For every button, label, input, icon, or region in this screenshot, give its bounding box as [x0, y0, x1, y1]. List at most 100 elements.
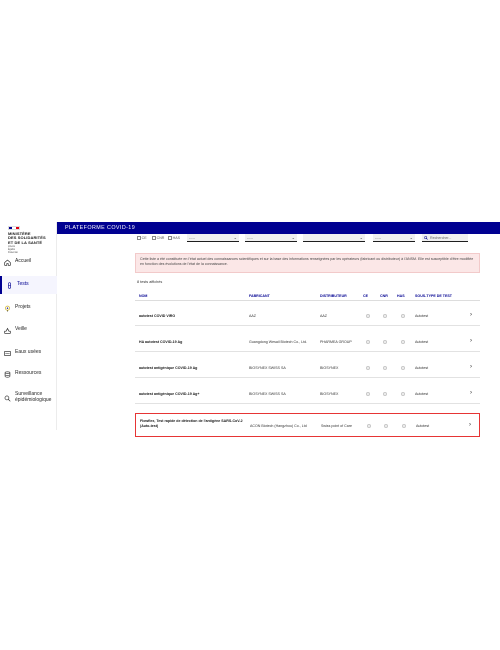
cnr-status-indicator — [383, 366, 387, 370]
test-tube-icon — [8, 281, 11, 289]
distributor: BIOSYNEX — [320, 366, 339, 370]
sidebar-item-label: Ressources — [15, 370, 42, 377]
cnr-status-indicator — [383, 314, 387, 318]
test-name: Flowflex, Test rapide de détection de l'… — [140, 419, 243, 428]
test-subtype: Autotest — [416, 424, 430, 428]
test-subtype: Autotest — [415, 314, 429, 318]
resources-icon — [4, 371, 11, 377]
distributor: Swiss point of Care — [321, 424, 352, 428]
checkbox-label: CE — [141, 236, 147, 240]
column-header-subtype[interactable]: SOUS-TYPE DE TEST — [415, 294, 452, 298]
sidebar-item-veille[interactable]: Veille — [0, 321, 57, 339]
app-window: MINISTÈRE DES SOLIDARITÉS ET DE LA SANTÉ… — [0, 222, 500, 437]
table-row[interactable]: HA autotest COVID-19 Ag Guangdong Wesail … — [135, 332, 480, 352]
table-row[interactable]: autotest antigénique COVID-19 Ag BIOSYNEX… — [135, 358, 480, 378]
checkbox-box — [152, 236, 156, 240]
sidebar-item-label: Projets — [15, 304, 31, 311]
chevron-right-icon[interactable]: › — [470, 338, 472, 344]
select-value: ----- — [247, 236, 253, 240]
manufacturer: Guangdong Wesail Biotech Co., Ltd. — [249, 340, 308, 344]
search-icon — [4, 395, 11, 402]
chevron-right-icon[interactable]: › — [470, 390, 472, 396]
ce-status-indicator — [366, 392, 370, 396]
watch-icon — [4, 327, 11, 334]
sidebar-item-projets[interactable]: Projets — [0, 299, 57, 317]
select-value: ----- — [375, 236, 381, 240]
chevron-right-icon[interactable]: › — [470, 312, 472, 318]
column-header-manufacturer[interactable]: FABRICANT — [249, 294, 270, 298]
disclaimer-notice: Cette liste a été constituée en l'état a… — [135, 253, 480, 273]
project-icon — [5, 305, 10, 312]
ce-status-indicator — [366, 366, 370, 370]
table-row[interactable]: Flowflex, Test rapide de détection de l'… — [135, 413, 480, 437]
has-status-indicator — [401, 366, 405, 370]
table-header: NOM FABRICANT DISTRIBUTEUR CE CNR HAS SO… — [135, 293, 480, 301]
sidebar-item-eaux-usées[interactable]: Eaux usées — [0, 344, 57, 362]
chevron-right-icon[interactable]: › — [469, 422, 471, 428]
ministry-logo[interactable]: MINISTÈRE DES SOLIDARITÉS ET DE LA SANTÉ… — [8, 226, 53, 255]
filter-checkbox-cnr[interactable]: CNR — [152, 236, 164, 240]
chevron-down-icon: ⌄ — [359, 235, 363, 240]
column-header-has[interactable]: HAS — [397, 294, 405, 298]
sidebar-item-surveillance[interactable]: Surveillance épidémiologique — [0, 389, 57, 407]
ministry-name: MINISTÈRE DES SOLIDARITÉS ET DE LA SANTÉ — [8, 231, 46, 245]
cnr-status-indicator — [383, 340, 387, 344]
wastewater-icon — [4, 350, 11, 356]
top-bar: PLATEFORME COVID-19 — [57, 222, 500, 234]
chevron-right-icon[interactable]: › — [470, 364, 472, 370]
filter-select-4[interactable]: ----- ⌄ — [373, 234, 415, 242]
sidebar-item-label: Tests — [17, 281, 29, 288]
ce-status-indicator — [366, 314, 370, 318]
sidebar-item-accueil[interactable]: Accueil — [0, 253, 57, 271]
cnr-status-indicator — [383, 392, 387, 396]
select-value: ----- — [189, 236, 195, 240]
table-row[interactable]: autotest antigénique COVID-19 Ag+ BIOSYNE… — [135, 384, 480, 404]
distributor: PHARMEA GROUP — [320, 340, 352, 344]
has-status-indicator — [401, 314, 405, 318]
filter-bar: CE CNR HAS ----- ⌄ ----- ⌄ ⌄ ----- ⌄ Recher… — [135, 234, 480, 246]
column-header-ce[interactable]: CE — [363, 294, 368, 298]
filter-select-2[interactable]: ----- ⌄ — [245, 234, 297, 242]
test-name: HA autotest COVID-19 Ag — [139, 340, 183, 344]
checkbox-label: HAS — [172, 236, 180, 240]
checkbox-box — [137, 236, 141, 240]
ce-status-indicator — [367, 424, 371, 428]
platform-title: PLATEFORME COVID-19 — [65, 225, 136, 231]
test-name: autotest COVID VIRO — [139, 314, 176, 318]
manufacturer: BIOSYNEX SWISS SA — [249, 366, 286, 370]
flag-icon — [8, 226, 20, 230]
chevron-down-icon: ⌄ — [409, 235, 413, 240]
sidebar-item-label: Surveillance épidémiologique — [15, 391, 52, 403]
sidebar-item-ressources[interactable]: Ressources — [0, 365, 57, 383]
test-subtype: Autotest — [415, 340, 429, 344]
checkbox-box — [168, 236, 172, 240]
cnr-status-indicator — [384, 424, 388, 428]
home-icon — [4, 259, 11, 266]
test-name: autotest antigénique COVID-19 Ag+ — [139, 392, 200, 396]
sidebar-item-label: Eaux usées — [15, 349, 42, 356]
manufacturer: ACON Biotech (Hangzhou) Co., Ltd — [250, 424, 307, 428]
test-name: autotest antigénique COVID-19 Ag — [139, 366, 198, 370]
filter-checkbox-ce[interactable]: CE — [137, 236, 147, 240]
sidebar-item-tests[interactable]: Tests — [0, 276, 57, 294]
table-row[interactable]: autotest COVID VIRO AAZ AAZ Autotest › — [135, 306, 480, 326]
has-status-indicator — [401, 392, 405, 396]
flag-red-band — [15, 227, 19, 229]
sidebar-item-label: Accueil — [15, 258, 32, 265]
filter-select-1[interactable]: ----- ⌄ — [187, 234, 239, 242]
search-input[interactable]: Rechercher... — [422, 234, 468, 242]
distributor: BIOSYNEX — [320, 392, 339, 396]
test-subtype: Autotest — [415, 366, 429, 370]
manufacturer: BIOSYNEX SWISS SA — [249, 392, 286, 396]
has-status-indicator — [401, 340, 405, 344]
column-header-cnr[interactable]: CNR — [380, 294, 388, 298]
distributor: AAZ — [320, 314, 327, 318]
filter-checkbox-has[interactable]: HAS — [168, 236, 180, 240]
column-header-distributor[interactable]: DISTRIBUTEUR — [320, 294, 347, 298]
search-icon — [424, 235, 428, 240]
filter-select-3[interactable]: ⌄ — [303, 234, 365, 242]
column-header-name[interactable]: NOM — [139, 294, 147, 298]
checkbox-label: CNR — [156, 236, 165, 240]
manufacturer: AAZ — [249, 314, 256, 318]
test-subtype: Autotest — [415, 392, 429, 396]
